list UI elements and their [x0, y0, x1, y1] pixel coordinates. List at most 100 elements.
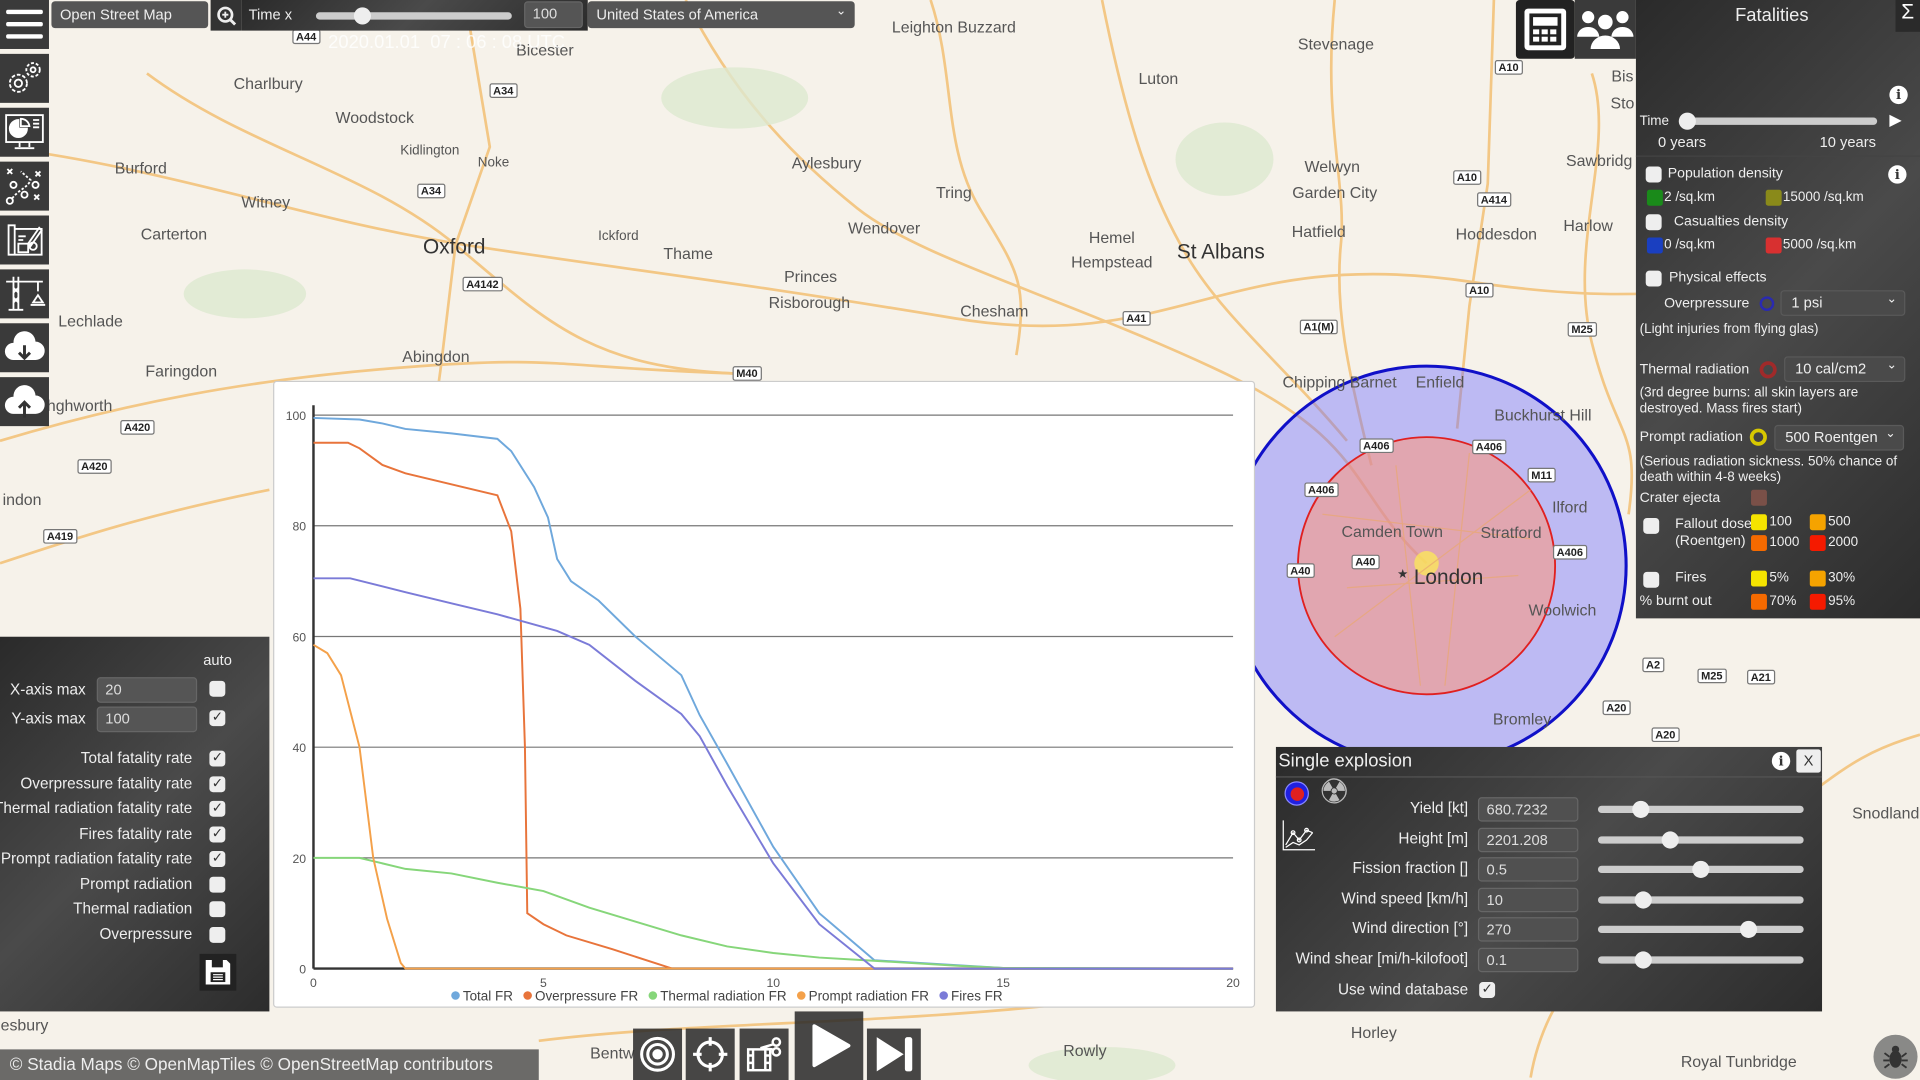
param-input[interactable]: 10 [1477, 887, 1579, 912]
play-simulation-button[interactable] [794, 1011, 864, 1080]
series-toggle-checkbox[interactable]: ✓ [209, 825, 226, 842]
series-toggle-label: Thermal radiation fatality rate [0, 799, 193, 817]
map-label: Bentw [590, 1043, 635, 1063]
zoom-search-button[interactable] [210, 0, 242, 31]
slider-thumb[interactable] [1661, 830, 1679, 849]
info-icon[interactable]: i [1889, 85, 1908, 105]
thermal-select[interactable]: 10 cal/cm2 ⌄ [1784, 356, 1906, 383]
y-axis-max-input[interactable]: 100 [96, 706, 198, 733]
legend-label: Total FR [463, 988, 513, 1003]
map-label: Welwyn [1304, 157, 1360, 176]
series-toggle-checkbox[interactable]: ✓ [209, 775, 226, 792]
skip-end-button[interactable] [866, 1028, 921, 1080]
slider-thumb[interactable] [1632, 800, 1650, 818]
y-auto-checkbox[interactable]: ✓ [209, 710, 226, 727]
population-density-checkbox[interactable] [1645, 166, 1662, 183]
param-input[interactable]: 0.1 [1477, 947, 1579, 973]
construction-button[interactable] [0, 269, 49, 319]
casualties-density-label: Casualties density [1673, 214, 1789, 229]
series-toggle-checkbox[interactable]: ✓ [209, 800, 226, 817]
bug-report-button[interactable] [1873, 1034, 1918, 1079]
slider-thumb[interactable] [1692, 861, 1710, 879]
ground-zero-marker[interactable]: ★ [1397, 568, 1408, 581]
fatalities-time-slider[interactable] [1678, 112, 1878, 130]
param-slider[interactable] [1597, 800, 1804, 818]
param-slider[interactable] [1597, 830, 1804, 849]
series-toggle-checkbox[interactable] [209, 901, 226, 918]
slider-thumb[interactable] [1739, 921, 1757, 939]
menu-button[interactable] [0, 0, 49, 49]
legend-swatch [1751, 535, 1767, 552]
map-label: Ickford [598, 228, 639, 244]
wind-database-checkbox[interactable]: ✓ [1479, 982, 1496, 998]
time-multiplier-label: Time x [248, 6, 293, 24]
sigma-button[interactable]: Σ [1895, 0, 1920, 32]
param-slider[interactable] [1597, 921, 1804, 939]
series-toggle-label: Prompt radiation [79, 874, 193, 893]
crosshair-button[interactable] [685, 1028, 735, 1080]
casualties-density-checkbox[interactable] [1645, 214, 1662, 231]
skip-forward-icon [876, 1037, 913, 1072]
target-marker-icon[interactable] [1284, 781, 1309, 806]
map-attribution[interactable]: © Stadia Maps © OpenMapTiles © OpenStree… [0, 1049, 539, 1080]
time-multiplier-slider[interactable] [315, 7, 512, 25]
overpressure-select[interactable]: 1 psi ⌄ [1780, 290, 1906, 316]
target-button[interactable] [633, 1028, 683, 1080]
x-axis-max-input[interactable]: 20 [96, 677, 198, 703]
param-slider[interactable] [1597, 891, 1804, 909]
map-label: Princes [784, 267, 838, 286]
fallout-label: Fallout dose [1675, 516, 1752, 532]
fires-checkbox[interactable] [1643, 571, 1660, 588]
time-multiplier-input[interactable]: 100 [524, 1, 583, 29]
settings-button[interactable] [0, 53, 49, 103]
info-icon[interactable]: i [1771, 751, 1791, 771]
map-label: Woodstock [335, 108, 414, 127]
series-toggle-checkbox[interactable]: ✓ [209, 750, 226, 767]
strategy-button[interactable] [0, 161, 49, 211]
population-button[interactable] [1574, 0, 1636, 59]
road-shield: A406 [1552, 544, 1587, 560]
slider-thumb[interactable] [1634, 891, 1652, 909]
video-edit-button[interactable] [739, 1028, 789, 1080]
series-toggle-checkbox[interactable] [209, 926, 226, 943]
map-label: Lechlade [58, 311, 123, 331]
prompt-radiation-select[interactable]: 500 Roentgen ⌄ [1774, 424, 1905, 451]
crater-ejecta-label: Crater ejecta [1639, 491, 1721, 506]
dashboard-button[interactable] [0, 107, 49, 157]
map-source-select[interactable]: Open Street Map [51, 1, 209, 29]
play-icon [812, 1024, 851, 1068]
map-label: Harlow [1563, 216, 1613, 235]
physical-effects-checkbox[interactable] [1645, 270, 1662, 287]
country-select[interactable]: United States of America ⌄ [587, 1, 855, 29]
param-slider[interactable] [1597, 951, 1804, 969]
calculator-button[interactable] [1515, 0, 1575, 59]
close-button[interactable]: X [1796, 749, 1821, 773]
line-chart-icon[interactable] [1281, 818, 1316, 858]
map-label: Burford [114, 158, 167, 177]
param-input[interactable]: 2201.208 [1477, 827, 1579, 852]
legend-swatch [1751, 570, 1767, 587]
param-input[interactable]: 270 [1477, 917, 1579, 943]
legend-swatch [1809, 535, 1826, 552]
info-icon[interactable]: i [1888, 165, 1907, 184]
param-input[interactable]: 0.5 [1477, 857, 1579, 882]
param-slider[interactable] [1597, 861, 1804, 879]
time-start: 0 years [1657, 133, 1707, 151]
fallout-checkbox[interactable] [1643, 517, 1660, 534]
blueprint-button[interactable] [0, 215, 49, 265]
series-toggle-checkbox[interactable]: ✓ [209, 851, 226, 867]
cloud-download-icon [4, 331, 45, 361]
series-toggle-checkbox[interactable] [209, 876, 226, 893]
play-button[interactable]: ▶ [1889, 110, 1911, 132]
slider-thumb[interactable] [1678, 112, 1696, 130]
save-button[interactable] [199, 953, 237, 991]
upload-button[interactable] [0, 377, 49, 427]
x-auto-checkbox[interactable] [209, 680, 226, 697]
slider-thumb[interactable] [354, 7, 372, 25]
map-label: Thame [663, 244, 713, 263]
slider-thumb[interactable] [1634, 951, 1652, 969]
download-button[interactable] [0, 323, 49, 373]
radiation-icon[interactable]: ☢ [1319, 773, 1350, 811]
map-label: Abingdon [402, 347, 470, 366]
param-input[interactable]: 680.7232 [1477, 797, 1579, 822]
